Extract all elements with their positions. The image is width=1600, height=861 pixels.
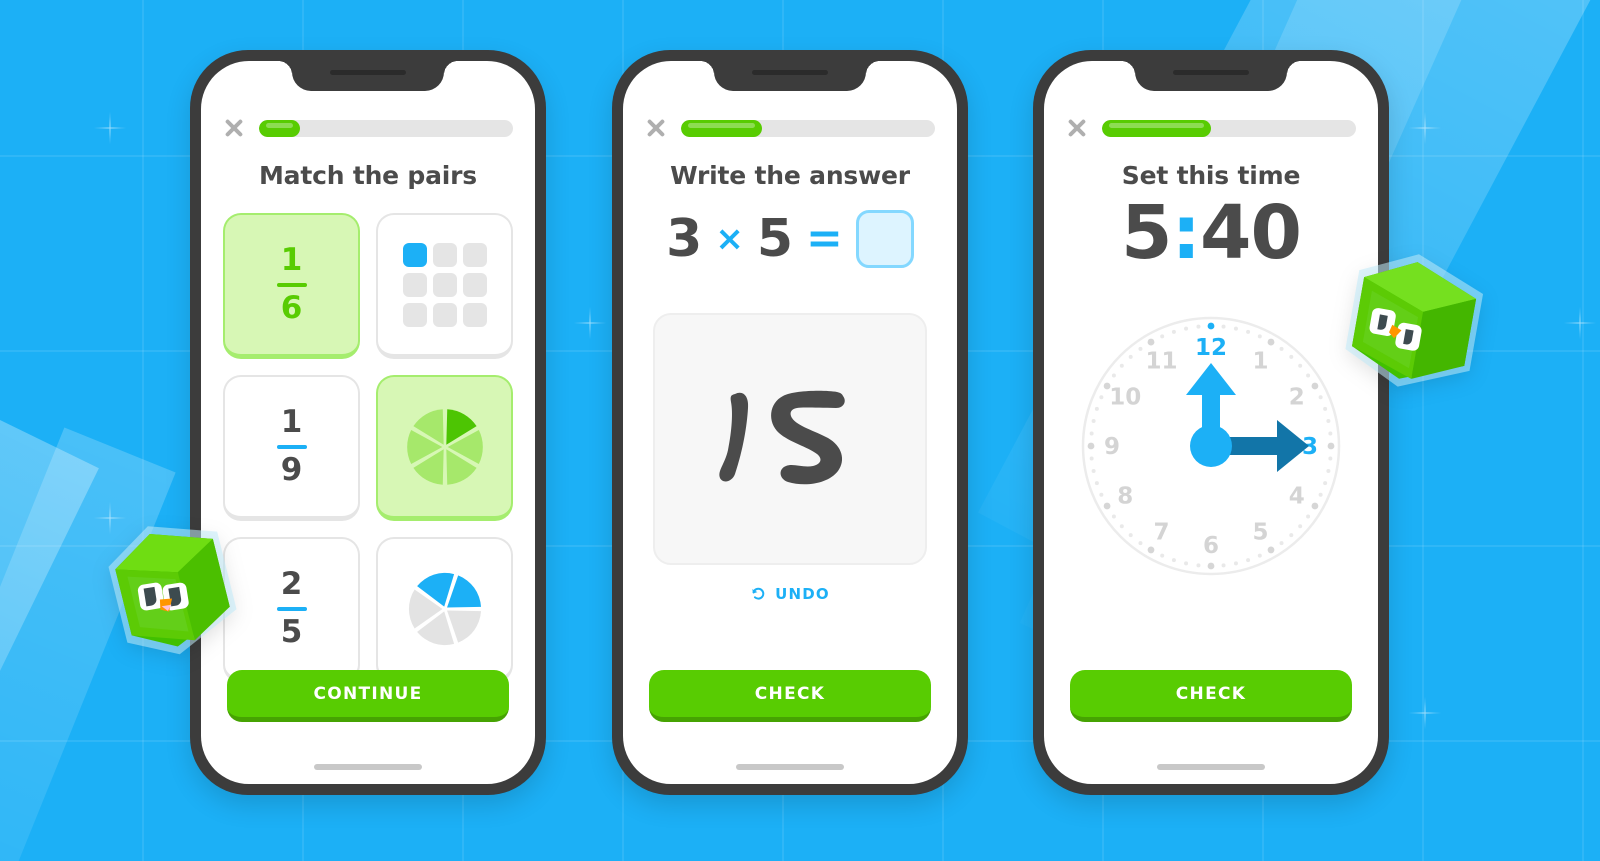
- lesson-topbar: [623, 117, 957, 139]
- progress-bar-fill: [681, 119, 763, 137]
- clock-number-5: 5: [1252, 520, 1268, 546]
- sparkle-icon: [1408, 111, 1442, 145]
- fraction-display: 2 5: [276, 565, 307, 650]
- progress-bar-fill: [259, 119, 300, 137]
- duo-owl-cube-icon: [108, 526, 237, 655]
- notch-corner-left: [700, 61, 714, 75]
- duo-owl-cube-icon: [1345, 254, 1484, 387]
- home-indicator: [736, 764, 844, 770]
- sparkle-icon: [573, 306, 607, 340]
- screenshot-stage: Match the pairs 1 6 1 9 2 5 CONTINUE Wri…: [0, 0, 1600, 861]
- lesson-topbar: [201, 117, 535, 139]
- match-card-pentagon-2-of-5[interactable]: [376, 537, 513, 683]
- phone-screen: Write the answer 3 × 5 = UNDO CHECK: [623, 61, 957, 784]
- phone-screen: Set this time 5:40 12 1 2 3 4 5 6 7 8 9 10 11: [1044, 61, 1378, 784]
- progress-bar: [259, 119, 513, 137]
- duo-owl-left: [98, 508, 248, 677]
- clock-number-7: 7: [1153, 520, 1169, 546]
- fraction-numerator: 2: [280, 565, 303, 602]
- fraction-bar: [276, 606, 307, 611]
- sparkle-icon: [1408, 696, 1442, 730]
- pie-six-slice-icon: [406, 408, 483, 485]
- phone-notch: [292, 61, 444, 91]
- close-icon[interactable]: [1066, 117, 1088, 139]
- phone-write-the-answer: Write the answer 3 × 5 = UNDO CHECK: [612, 50, 968, 795]
- clock-number-10: 10: [1109, 385, 1141, 411]
- progress-bar: [681, 119, 935, 137]
- home-indicator: [314, 764, 422, 770]
- handwriting-canvas[interactable]: [653, 313, 927, 565]
- clock-number-4: 4: [1289, 484, 1305, 510]
- match-card-pie-1-of-6[interactable]: [376, 375, 513, 521]
- grid-nine-icon: [402, 242, 487, 327]
- lesson-topbar: [1044, 117, 1378, 139]
- equals-sign: =: [806, 213, 843, 265]
- phone-screen: Match the pairs 1 6 1 9 2 5 CONTINUE: [201, 61, 535, 784]
- fraction-denominator: 9: [280, 451, 303, 488]
- notch-corner-right: [1287, 61, 1301, 75]
- undo-button[interactable]: UNDO: [623, 585, 957, 603]
- clock-center-pivot: [1190, 425, 1232, 467]
- notch-corner-left: [1121, 61, 1135, 75]
- fraction-denominator: 6: [280, 289, 303, 326]
- check-button[interactable]: CHECK: [649, 670, 931, 722]
- clock-number-9: 9: [1104, 434, 1120, 460]
- continue-button[interactable]: CONTINUE: [227, 670, 509, 722]
- fraction-numerator: 1: [280, 241, 303, 278]
- close-icon[interactable]: [223, 117, 245, 139]
- equation-left-operand: 3: [666, 209, 703, 269]
- duo-owl-right: [1337, 243, 1497, 407]
- sparkle-icon: [93, 111, 127, 145]
- pentagon-five-slice-icon: [408, 572, 481, 645]
- equation-right-operand: 5: [756, 209, 793, 269]
- clock-number-2: 2: [1289, 385, 1305, 411]
- time-minutes: 40: [1200, 190, 1302, 276]
- page-title: Match the pairs: [259, 161, 477, 190]
- fraction-bar: [276, 444, 307, 449]
- clock-number-11: 11: [1145, 348, 1177, 374]
- multiply-icon: ×: [715, 219, 744, 259]
- fraction-display: 1 9: [276, 403, 307, 488]
- close-icon[interactable]: [645, 117, 667, 139]
- notch-corner-right: [444, 61, 458, 75]
- handwritten-answer-15: [719, 390, 845, 485]
- clock-number-8: 8: [1117, 484, 1133, 510]
- page-title: Write the answer: [670, 161, 910, 190]
- fraction-bar: [276, 282, 307, 287]
- progress-bar: [1102, 119, 1356, 137]
- notch-corner-left: [278, 61, 292, 75]
- undo-arrow-icon: [752, 587, 765, 600]
- interactive-clock[interactable]: 12 1 2 3 4 5 6 7 8 9 10 11: [1071, 306, 1351, 586]
- equation-row: 3 × 5 =: [623, 209, 957, 269]
- clock-number-6: 6: [1203, 533, 1219, 559]
- target-time-display: 5:40: [1044, 196, 1378, 270]
- match-cards-grid: 1 6 1 9 2 5: [223, 213, 513, 683]
- clock-face: 121234567891011: [1081, 316, 1341, 576]
- time-separator: :: [1171, 190, 1201, 276]
- clock-number-1: 1: [1252, 348, 1268, 374]
- match-card-grid-1-of-9[interactable]: [376, 213, 513, 359]
- answer-input-box[interactable]: [855, 210, 914, 268]
- page-title: Set this time: [1121, 161, 1301, 190]
- undo-label: UNDO: [775, 585, 830, 603]
- progress-bar-fill: [1102, 119, 1212, 137]
- check-button[interactable]: CHECK: [1070, 670, 1352, 722]
- match-card-fraction-1-9[interactable]: 1 9: [223, 375, 360, 521]
- phone-notch: [1135, 61, 1287, 91]
- fraction-numerator: 1: [280, 403, 303, 440]
- time-hours: 5: [1120, 190, 1172, 276]
- notch-corner-right: [866, 61, 880, 75]
- phone-match-the-pairs: Match the pairs 1 6 1 9 2 5 CONTINUE: [190, 50, 546, 795]
- phone-notch: [714, 61, 866, 91]
- sparkle-icon: [1563, 306, 1597, 340]
- match-card-fraction-1-6[interactable]: 1 6: [223, 213, 360, 359]
- home-indicator: [1157, 764, 1265, 770]
- clock-number-12: 12: [1195, 335, 1227, 361]
- fraction-denominator: 5: [280, 613, 303, 650]
- fraction-display: 1 6: [276, 241, 307, 326]
- phone-set-this-time: Set this time 5:40 12 1 2 3 4 5 6 7 8 9 10 11: [1033, 50, 1389, 795]
